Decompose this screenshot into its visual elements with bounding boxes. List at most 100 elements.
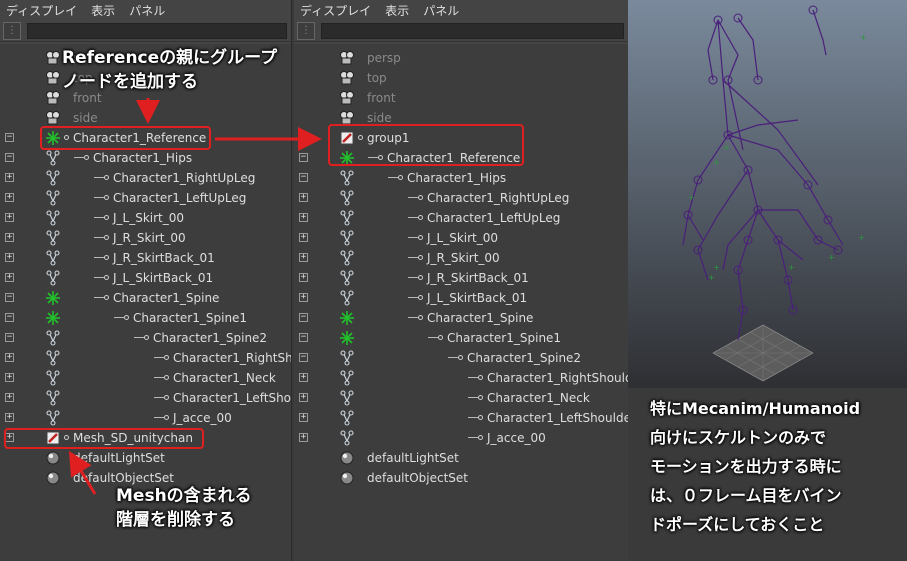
- outliner-row[interactable]: − Character1_Spine: [0, 288, 291, 308]
- expand-toggle[interactable]: +: [5, 213, 14, 222]
- svg-text:+: +: [708, 273, 715, 282]
- joint-icon: [45, 170, 61, 186]
- outliner-row[interactable]: + J_L_Skirt_00: [0, 208, 291, 228]
- node-dot: [478, 395, 483, 400]
- outliner-row[interactable]: − Character1_Spine: [294, 308, 628, 328]
- outliner-row[interactable]: + Character1_LeftUpLeg: [0, 188, 291, 208]
- outliner-item-label: J_acce_00: [487, 431, 546, 445]
- outliner-item-label: Character1_Spine1: [133, 311, 248, 325]
- collapse-toggle[interactable]: −: [5, 333, 14, 342]
- svg-text:+: +: [723, 143, 730, 152]
- expand-toggle[interactable]: +: [299, 373, 308, 382]
- collapse-toggle[interactable]: −: [5, 133, 14, 142]
- expand-toggle[interactable]: +: [5, 413, 14, 422]
- node-dot: [104, 215, 109, 220]
- callout-add-group-line1: Referenceの親にグルー: [62, 48, 261, 68]
- outliner-row[interactable]: + J_L_Skirt_00: [294, 228, 628, 248]
- outliner-row[interactable]: defaultObjectSet: [294, 468, 628, 488]
- outliner-row[interactable]: − Character1_Spine1: [294, 328, 628, 348]
- outliner-row[interactable]: + Character1_LeftShoulder: [294, 408, 628, 428]
- outliner-item-label: defaultLightSet: [73, 451, 165, 465]
- expand-toggle[interactable]: +: [299, 393, 308, 402]
- expand-toggle[interactable]: +: [5, 353, 14, 362]
- expand-toggle[interactable]: +: [5, 393, 14, 402]
- outliner-row[interactable]: + Character1_Neck: [0, 368, 291, 388]
- menu-show[interactable]: 表示: [385, 2, 409, 19]
- menu-display[interactable]: ディスプレイ: [300, 2, 371, 19]
- joint-icon: [339, 390, 355, 406]
- collapse-toggle[interactable]: −: [5, 153, 14, 162]
- menu-panels[interactable]: パネル: [129, 2, 165, 19]
- outliner-row[interactable]: + J_acce_00: [294, 428, 628, 448]
- outliner-row[interactable]: − Character1_Hips: [0, 148, 291, 168]
- asterisk-icon: [339, 330, 355, 346]
- node-dot: [104, 295, 109, 300]
- expand-toggle[interactable]: +: [5, 233, 14, 242]
- outliner-row[interactable]: − Character1_Spine2: [294, 348, 628, 368]
- outliner-row[interactable]: + J_R_SkirtBack_01: [0, 248, 291, 268]
- node-dot: [164, 415, 169, 420]
- outliner-row[interactable]: − Character1_Spine2: [0, 328, 291, 348]
- expand-toggle[interactable]: +: [299, 433, 308, 442]
- expand-toggle[interactable]: +: [299, 413, 308, 422]
- expand-toggle[interactable]: +: [5, 373, 14, 382]
- outliner-item-label: Character1_Neck: [173, 371, 276, 385]
- outliner-row[interactable]: + J_L_SkirtBack_01: [294, 288, 628, 308]
- collapse-toggle[interactable]: −: [5, 313, 14, 322]
- outliner-row[interactable]: side: [0, 108, 291, 128]
- outliner-row[interactable]: − Character1_Hips: [294, 168, 628, 188]
- expand-toggle[interactable]: +: [299, 193, 308, 202]
- outliner-row[interactable]: defaultLightSet: [294, 448, 628, 468]
- outliner-row[interactable]: + J_R_Skirt_00: [294, 248, 628, 268]
- collapse-toggle[interactable]: −: [5, 293, 14, 302]
- outliner-row[interactable]: + Character1_RightShoulder: [0, 348, 291, 368]
- expand-toggle[interactable]: +: [299, 253, 308, 262]
- filter-icon[interactable]: ⋮: [3, 21, 21, 40]
- filter-icon[interactable]: ⋮: [297, 21, 315, 40]
- collapse-toggle[interactable]: −: [299, 153, 308, 162]
- expand-toggle[interactable]: +: [299, 293, 308, 302]
- 3d-viewport[interactable]: + + + + + + + + +: [628, 0, 907, 388]
- expand-toggle[interactable]: +: [5, 173, 14, 182]
- outliner-row[interactable]: + Character1_Neck: [294, 388, 628, 408]
- joint-icon: [45, 350, 61, 366]
- outliner-row[interactable]: + J_R_Skirt_00: [0, 228, 291, 248]
- outliner-row[interactable]: front: [294, 88, 628, 108]
- node-dot: [438, 335, 443, 340]
- outliner-row[interactable]: + Character1_RightUpLeg: [0, 168, 291, 188]
- expand-toggle[interactable]: +: [5, 193, 14, 202]
- collapse-toggle[interactable]: −: [299, 133, 308, 142]
- expand-toggle[interactable]: +: [299, 233, 308, 242]
- collapse-toggle[interactable]: −: [299, 353, 308, 362]
- outliner-row[interactable]: − Character1_Spine1: [0, 308, 291, 328]
- outliner-row[interactable]: top: [294, 68, 628, 88]
- camera-icon: [339, 90, 355, 106]
- collapse-toggle[interactable]: −: [299, 313, 308, 322]
- outliner-row[interactable]: defaultLightSet: [0, 448, 291, 468]
- left-search-input[interactable]: [27, 22, 287, 39]
- expand-toggle[interactable]: +: [299, 273, 308, 282]
- outliner-item-label: defaultLightSet: [367, 451, 459, 465]
- expand-toggle[interactable]: +: [5, 273, 14, 282]
- outliner-row[interactable]: + Character1_RightShoulder: [294, 368, 628, 388]
- outliner-row[interactable]: + Character1_LeftUpLeg: [294, 208, 628, 228]
- outliner-row[interactable]: + Character1_RightUpLeg: [294, 188, 628, 208]
- outliner-row[interactable]: + J_acce_00: [0, 408, 291, 428]
- menu-panels[interactable]: パネル: [423, 2, 459, 19]
- outliner-row[interactable]: + J_R_SkirtBack_01: [294, 268, 628, 288]
- outliner-row[interactable]: persp: [294, 48, 628, 68]
- expand-toggle[interactable]: +: [299, 213, 308, 222]
- collapse-toggle[interactable]: −: [299, 173, 308, 182]
- outliner-row[interactable]: + Character1_LeftShoulder: [0, 388, 291, 408]
- node-dot: [478, 375, 483, 380]
- collapse-toggle[interactable]: −: [299, 333, 308, 342]
- expand-toggle[interactable]: +: [5, 253, 14, 262]
- menu-display[interactable]: ディスプレイ: [6, 2, 77, 19]
- joint-icon: [45, 150, 61, 166]
- tree-connector: [408, 257, 418, 258]
- right-search-input[interactable]: [321, 22, 624, 39]
- outliner-row[interactable]: + J_L_SkirtBack_01: [0, 268, 291, 288]
- highlight-group1: [328, 124, 524, 166]
- menu-show[interactable]: 表示: [91, 2, 115, 19]
- joint-icon: [45, 410, 61, 426]
